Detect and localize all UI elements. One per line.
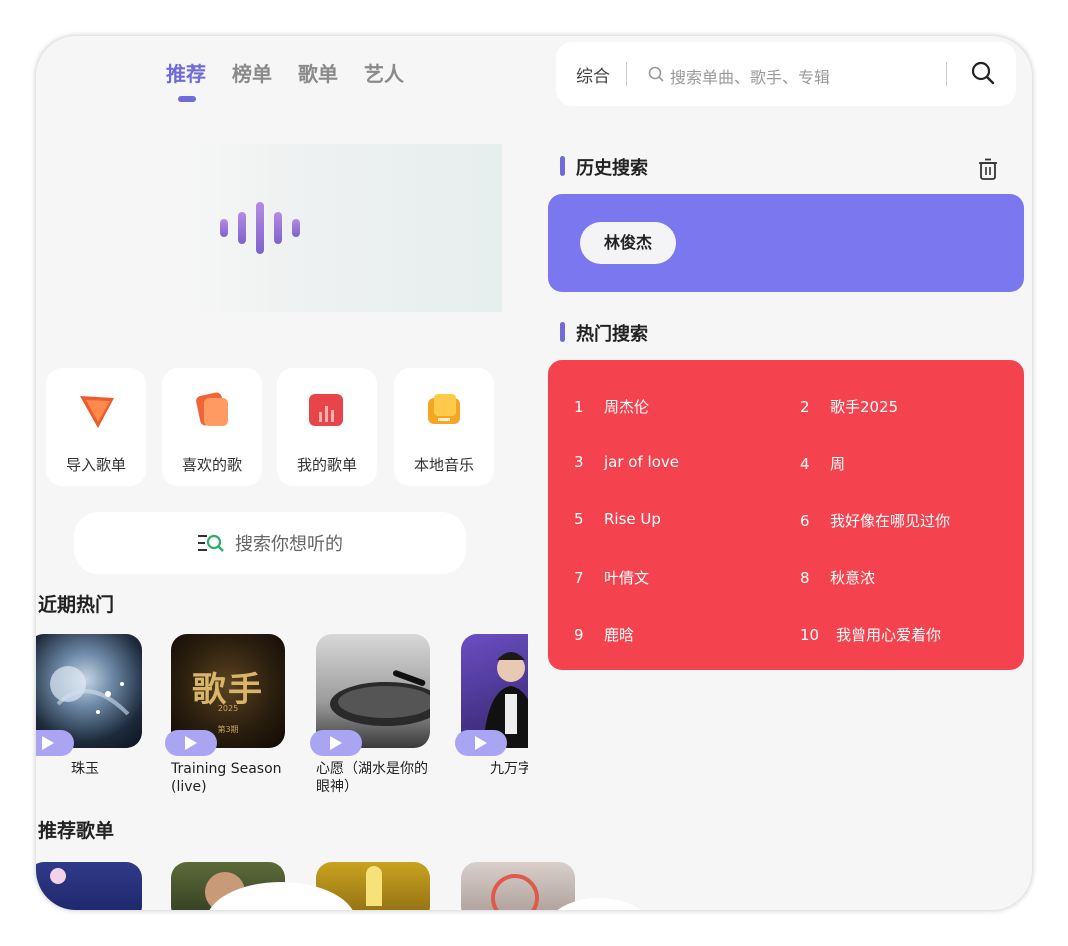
hot-search-item[interactable]: 1 周杰伦 (574, 396, 649, 417)
play-icon (42, 736, 54, 750)
search-input[interactable]: 搜索单曲、歌手、专辑 (670, 64, 830, 88)
play-button[interactable] (36, 730, 74, 756)
waveform-icon (220, 202, 300, 254)
my-playlists-label: 我的歌单 (296, 456, 357, 474)
hot-text: Rise Up (604, 510, 661, 528)
hot-rank: 2 (800, 398, 810, 416)
search-icon (648, 66, 664, 82)
song-card[interactable]: 珠玉 (36, 634, 142, 778)
song-card[interactable]: 心愿（湖水是你的眼神） (310, 634, 430, 796)
hot-rank: 6 (800, 512, 810, 530)
history-panel: 林俊杰 (548, 194, 1024, 292)
hot-text: 叶倩文 (604, 569, 650, 587)
playlist-card[interactable] (36, 862, 142, 910)
liked-songs-label: 喜欢的歌 (181, 456, 242, 474)
recommended-playlists-title: 推荐歌单 (38, 820, 115, 842)
hot-search-item[interactable]: 7 叶倩文 (574, 567, 649, 588)
search-prompt-text: 搜索你想听的 (235, 534, 343, 555)
local-music-icon (428, 394, 460, 424)
liked-songs-icon (196, 392, 228, 426)
tab-recommend[interactable]: 推荐 (166, 58, 206, 102)
play-button[interactable] (165, 730, 217, 756)
hot-search-item[interactable]: 2 歌手2025 (800, 396, 898, 417)
tab-playlists[interactable]: 歌单 (298, 58, 338, 87)
tab-artists[interactable]: 艺人 (364, 58, 404, 87)
playlist-card[interactable] (461, 862, 575, 910)
search-list-icon (198, 534, 224, 552)
hot-text: 歌手2025 (830, 398, 899, 416)
import-playlist-label: 导入歌单 (65, 456, 126, 474)
liked-songs-button[interactable]: 喜欢的歌 (162, 368, 262, 486)
divider (626, 62, 627, 86)
hot-text: 我好像在哪见过你 (830, 512, 951, 530)
search-bar[interactable]: 综合 搜索单曲、歌手、专辑 (556, 42, 1016, 106)
hot-rank: 1 (574, 398, 584, 416)
hot-rank: 5 (574, 510, 584, 528)
cover-art-year: 2025 (217, 704, 239, 713)
play-button[interactable] (310, 730, 362, 756)
play-icon (330, 736, 342, 750)
divider (946, 62, 947, 86)
play-button[interactable] (455, 730, 507, 756)
play-icon (475, 736, 487, 750)
hot-search-item[interactable]: 6 我好像在哪见过你 (800, 510, 950, 531)
import-playlist-icon (80, 396, 114, 428)
tab-charts[interactable]: 榜单 (232, 58, 272, 87)
song-title: Training Season (live) (171, 761, 282, 795)
hot-text: 鹿晗 (604, 626, 635, 644)
hot-search-panel: 1 周杰伦 2 歌手2025 3 jar of love 4周 5 Rise Up 6我… (548, 360, 1024, 670)
search-icon[interactable] (970, 60, 996, 86)
hot-search-item[interactable]: 9 鹿晗 (574, 624, 634, 645)
local-music-label: 本地音乐 (413, 456, 474, 474)
hot-rank: 9 (574, 626, 584, 644)
hot-rank: 7 (574, 569, 584, 587)
hot-text: 周 (830, 455, 846, 473)
hot-text: 周杰伦 (604, 398, 650, 416)
hot-text: jar of love (604, 453, 679, 471)
history-title: 历史搜索 (560, 154, 648, 180)
my-playlists-button[interactable]: 我的歌单 (277, 368, 377, 486)
hot-search-item[interactable]: 10 我曾用心爱着你 (800, 624, 941, 645)
history-chip[interactable]: 林俊杰 (580, 222, 677, 264)
banner[interactable] (184, 144, 502, 312)
import-playlist-button[interactable]: 导入歌单 (46, 368, 146, 486)
play-icon (185, 736, 197, 750)
trash-icon[interactable] (978, 158, 998, 180)
search-prompt-bar[interactable]: 搜索你想听的 (74, 512, 466, 574)
hot-rank: 8 (800, 569, 810, 587)
search-category-select[interactable]: 综合 (576, 62, 610, 87)
recent-hot-title: 近期热门 (38, 594, 115, 616)
hot-search-item[interactable]: 4周 (800, 453, 845, 474)
hot-text: 秋意浓 (830, 569, 876, 587)
hot-rank: 3 (574, 453, 584, 471)
hot-search-item[interactable]: 3 jar of love (574, 453, 679, 471)
local-music-button[interactable]: 本地音乐 (394, 368, 494, 486)
hot-search-title: 热门搜索 (560, 320, 648, 346)
hot-search-item[interactable]: 8 秋意浓 (800, 567, 875, 588)
app-window: 推荐 榜单 歌单 艺人 导入歌单 喜欢的歌 我的歌单 本地音乐 搜索你想听的 近… (36, 36, 1032, 910)
hot-text: 我曾用心爱着你 (836, 626, 942, 644)
my-playlists-icon (309, 394, 343, 426)
song-card[interactable]: 九万字（ (455, 634, 528, 778)
song-title: 九万字（ (490, 761, 528, 777)
song-title: 心愿（湖水是你的眼神） (316, 761, 428, 795)
top-tabs: 推荐 榜单 歌单 艺人 (166, 58, 404, 102)
song-card[interactable]: 歌手 2025 第3期 Training Season (live) (165, 634, 285, 796)
hot-rank: 10 (800, 626, 820, 644)
hot-rank: 4 (800, 455, 810, 473)
song-title: 珠玉 (71, 761, 99, 777)
hot-search-item[interactable]: 5 Rise Up (574, 510, 661, 528)
recent-hot-list: 珠玉 歌手 2025 第3期 Training Season (live) 心愿… (36, 634, 528, 814)
